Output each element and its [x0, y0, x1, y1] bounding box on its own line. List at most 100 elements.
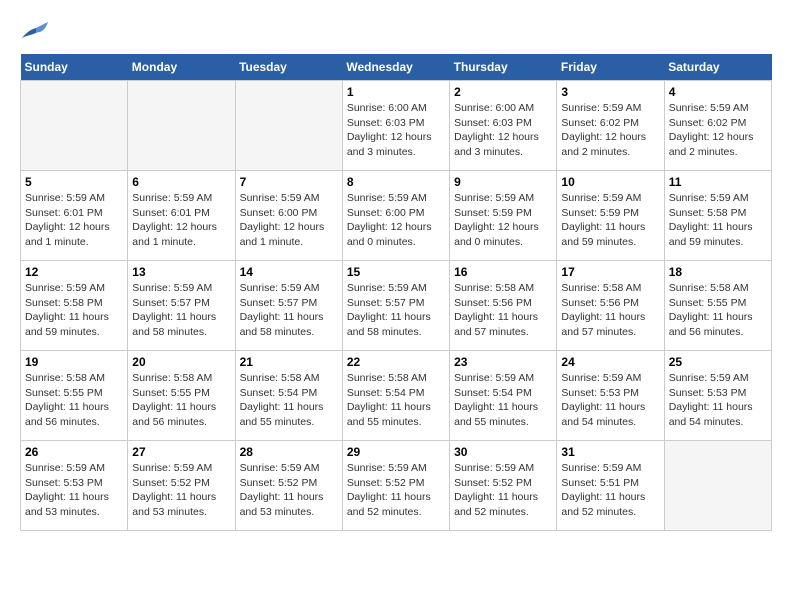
- day-number: 22: [347, 355, 445, 369]
- day-number: 19: [25, 355, 123, 369]
- day-info: Sunrise: 5:59 AM Sunset: 5:59 PM Dayligh…: [454, 191, 552, 250]
- day-info: Sunrise: 5:58 AM Sunset: 5:56 PM Dayligh…: [454, 281, 552, 340]
- week-row-2: 5 Sunrise: 5:59 AM Sunset: 6:01 PM Daylig…: [21, 171, 772, 261]
- day-info: Sunrise: 5:58 AM Sunset: 5:54 PM Dayligh…: [347, 371, 445, 430]
- day-info: Sunrise: 5:59 AM Sunset: 6:00 PM Dayligh…: [240, 191, 338, 250]
- day-number: 1: [347, 85, 445, 99]
- week-row-3: 12 Sunrise: 5:59 AM Sunset: 5:58 PM Dayli…: [21, 261, 772, 351]
- day-number: 7: [240, 175, 338, 189]
- day-info: Sunrise: 5:58 AM Sunset: 5:54 PM Dayligh…: [240, 371, 338, 430]
- weekday-header-sunday: Sunday: [21, 54, 128, 81]
- calendar-cell: 26 Sunrise: 5:59 AM Sunset: 5:53 PM Dayli…: [21, 441, 128, 531]
- calendar-cell: 4 Sunrise: 5:59 AM Sunset: 6:02 PM Daylig…: [664, 81, 771, 171]
- day-number: 26: [25, 445, 123, 459]
- day-number: 27: [132, 445, 230, 459]
- day-number: 15: [347, 265, 445, 279]
- week-row-1: 1 Sunrise: 6:00 AM Sunset: 6:03 PM Daylig…: [21, 81, 772, 171]
- day-number: 29: [347, 445, 445, 459]
- day-number: 24: [561, 355, 659, 369]
- day-number: 2: [454, 85, 552, 99]
- day-info: Sunrise: 5:59 AM Sunset: 6:01 PM Dayligh…: [132, 191, 230, 250]
- calendar-cell: 24Sunrise: 5:59 AM Sunset: 5:53 PM Dayli…: [557, 351, 664, 441]
- weekday-header-saturday: Saturday: [664, 54, 771, 81]
- day-number: 18: [669, 265, 767, 279]
- weekday-header-row: SundayMondayTuesdayWednesdayThursdayFrid…: [21, 54, 772, 81]
- day-info: Sunrise: 5:59 AM Sunset: 5:57 PM Dayligh…: [347, 281, 445, 340]
- day-number: 30: [454, 445, 552, 459]
- calendar-cell: 12 Sunrise: 5:59 AM Sunset: 5:58 PM Dayli…: [21, 261, 128, 351]
- week-row-5: 26 Sunrise: 5:59 AM Sunset: 5:53 PM Dayli…: [21, 441, 772, 531]
- calendar-cell: 16 Sunrise: 5:58 AM Sunset: 5:56 PM Dayli…: [450, 261, 557, 351]
- day-number: 6: [132, 175, 230, 189]
- day-number: 10: [561, 175, 659, 189]
- day-info: Sunrise: 5:59 AM Sunset: 6:02 PM Dayligh…: [561, 101, 659, 160]
- calendar-cell: 28 Sunrise: 5:59 AM Sunset: 5:52 PM Dayli…: [235, 441, 342, 531]
- day-number: 16: [454, 265, 552, 279]
- day-info: Sunrise: 5:59 AM Sunset: 6:00 PM Dayligh…: [347, 191, 445, 250]
- day-number: 23: [454, 355, 552, 369]
- calendar-cell: 11Sunrise: 5:59 AM Sunset: 5:58 PM Dayli…: [664, 171, 771, 261]
- day-info: Sunrise: 5:59 AM Sunset: 5:51 PM Dayligh…: [561, 461, 659, 520]
- day-info: Sunrise: 5:59 AM Sunset: 5:53 PM Dayligh…: [669, 371, 767, 430]
- day-info: Sunrise: 5:59 AM Sunset: 5:52 PM Dayligh…: [132, 461, 230, 520]
- day-info: Sunrise: 5:58 AM Sunset: 5:55 PM Dayligh…: [669, 281, 767, 340]
- day-info: Sunrise: 5:58 AM Sunset: 5:55 PM Dayligh…: [132, 371, 230, 430]
- day-number: 31: [561, 445, 659, 459]
- logo: [20, 20, 54, 44]
- calendar-cell: [235, 81, 342, 171]
- day-info: Sunrise: 5:58 AM Sunset: 5:56 PM Dayligh…: [561, 281, 659, 340]
- calendar-cell: 29 Sunrise: 5:59 AM Sunset: 5:52 PM Dayli…: [342, 441, 449, 531]
- day-number: 3: [561, 85, 659, 99]
- logo-bird-icon: [20, 20, 50, 44]
- calendar-cell: 23Sunrise: 5:59 AM Sunset: 5:54 PM Dayli…: [450, 351, 557, 441]
- calendar-cell: 13 Sunrise: 5:59 AM Sunset: 5:57 PM Dayli…: [128, 261, 235, 351]
- calendar-cell: 31 Sunrise: 5:59 AM Sunset: 5:51 PM Dayli…: [557, 441, 664, 531]
- calendar-cell: 21 Sunrise: 5:58 AM Sunset: 5:54 PM Dayli…: [235, 351, 342, 441]
- day-info: Sunrise: 5:59 AM Sunset: 5:57 PM Dayligh…: [132, 281, 230, 340]
- page-header: [20, 20, 772, 44]
- calendar-cell: 10 Sunrise: 5:59 AM Sunset: 5:59 PM Dayli…: [557, 171, 664, 261]
- calendar-cell: 14 Sunrise: 5:59 AM Sunset: 5:57 PM Dayli…: [235, 261, 342, 351]
- calendar-cell: 3 Sunrise: 5:59 AM Sunset: 6:02 PM Daylig…: [557, 81, 664, 171]
- calendar-cell: 19Sunrise: 5:58 AM Sunset: 5:55 PM Dayli…: [21, 351, 128, 441]
- calendar-table: SundayMondayTuesdayWednesdayThursdayFrid…: [20, 54, 772, 531]
- day-info: Sunrise: 5:59 AM Sunset: 6:02 PM Dayligh…: [669, 101, 767, 160]
- day-number: 12: [25, 265, 123, 279]
- day-info: Sunrise: 5:59 AM Sunset: 5:52 PM Dayligh…: [240, 461, 338, 520]
- day-info: Sunrise: 5:59 AM Sunset: 5:53 PM Dayligh…: [25, 461, 123, 520]
- day-info: Sunrise: 5:59 AM Sunset: 5:52 PM Dayligh…: [347, 461, 445, 520]
- day-number: 25: [669, 355, 767, 369]
- day-info: Sunrise: 6:00 AM Sunset: 6:03 PM Dayligh…: [347, 101, 445, 160]
- day-number: 13: [132, 265, 230, 279]
- calendar-cell: [664, 441, 771, 531]
- day-info: Sunrise: 5:59 AM Sunset: 6:01 PM Dayligh…: [25, 191, 123, 250]
- day-info: Sunrise: 5:59 AM Sunset: 5:58 PM Dayligh…: [669, 191, 767, 250]
- day-number: 8: [347, 175, 445, 189]
- day-info: Sunrise: 5:59 AM Sunset: 5:58 PM Dayligh…: [25, 281, 123, 340]
- day-number: 20: [132, 355, 230, 369]
- day-info: Sunrise: 6:00 AM Sunset: 6:03 PM Dayligh…: [454, 101, 552, 160]
- weekday-header-tuesday: Tuesday: [235, 54, 342, 81]
- day-number: 5: [25, 175, 123, 189]
- day-number: 21: [240, 355, 338, 369]
- day-number: 14: [240, 265, 338, 279]
- calendar-cell: 27 Sunrise: 5:59 AM Sunset: 5:52 PM Dayli…: [128, 441, 235, 531]
- calendar-cell: 30Sunrise: 5:59 AM Sunset: 5:52 PM Dayli…: [450, 441, 557, 531]
- calendar-cell: 8 Sunrise: 5:59 AM Sunset: 6:00 PM Daylig…: [342, 171, 449, 261]
- weekday-header-wednesday: Wednesday: [342, 54, 449, 81]
- day-number: 28: [240, 445, 338, 459]
- calendar-cell: 20 Sunrise: 5:58 AM Sunset: 5:55 PM Dayli…: [128, 351, 235, 441]
- day-number: 4: [669, 85, 767, 99]
- calendar-cell: 22 Sunrise: 5:58 AM Sunset: 5:54 PM Dayli…: [342, 351, 449, 441]
- calendar-cell: 1 Sunrise: 6:00 AM Sunset: 6:03 PM Daylig…: [342, 81, 449, 171]
- day-info: Sunrise: 5:59 AM Sunset: 5:57 PM Dayligh…: [240, 281, 338, 340]
- calendar-cell: 6 Sunrise: 5:59 AM Sunset: 6:01 PM Daylig…: [128, 171, 235, 261]
- calendar-cell: 7 Sunrise: 5:59 AM Sunset: 6:00 PM Daylig…: [235, 171, 342, 261]
- day-number: 9: [454, 175, 552, 189]
- day-number: 17: [561, 265, 659, 279]
- weekday-header-monday: Monday: [128, 54, 235, 81]
- weekday-header-friday: Friday: [557, 54, 664, 81]
- day-info: Sunrise: 5:59 AM Sunset: 5:59 PM Dayligh…: [561, 191, 659, 250]
- calendar-cell: [21, 81, 128, 171]
- calendar-cell: 18 Sunrise: 5:58 AM Sunset: 5:55 PM Dayli…: [664, 261, 771, 351]
